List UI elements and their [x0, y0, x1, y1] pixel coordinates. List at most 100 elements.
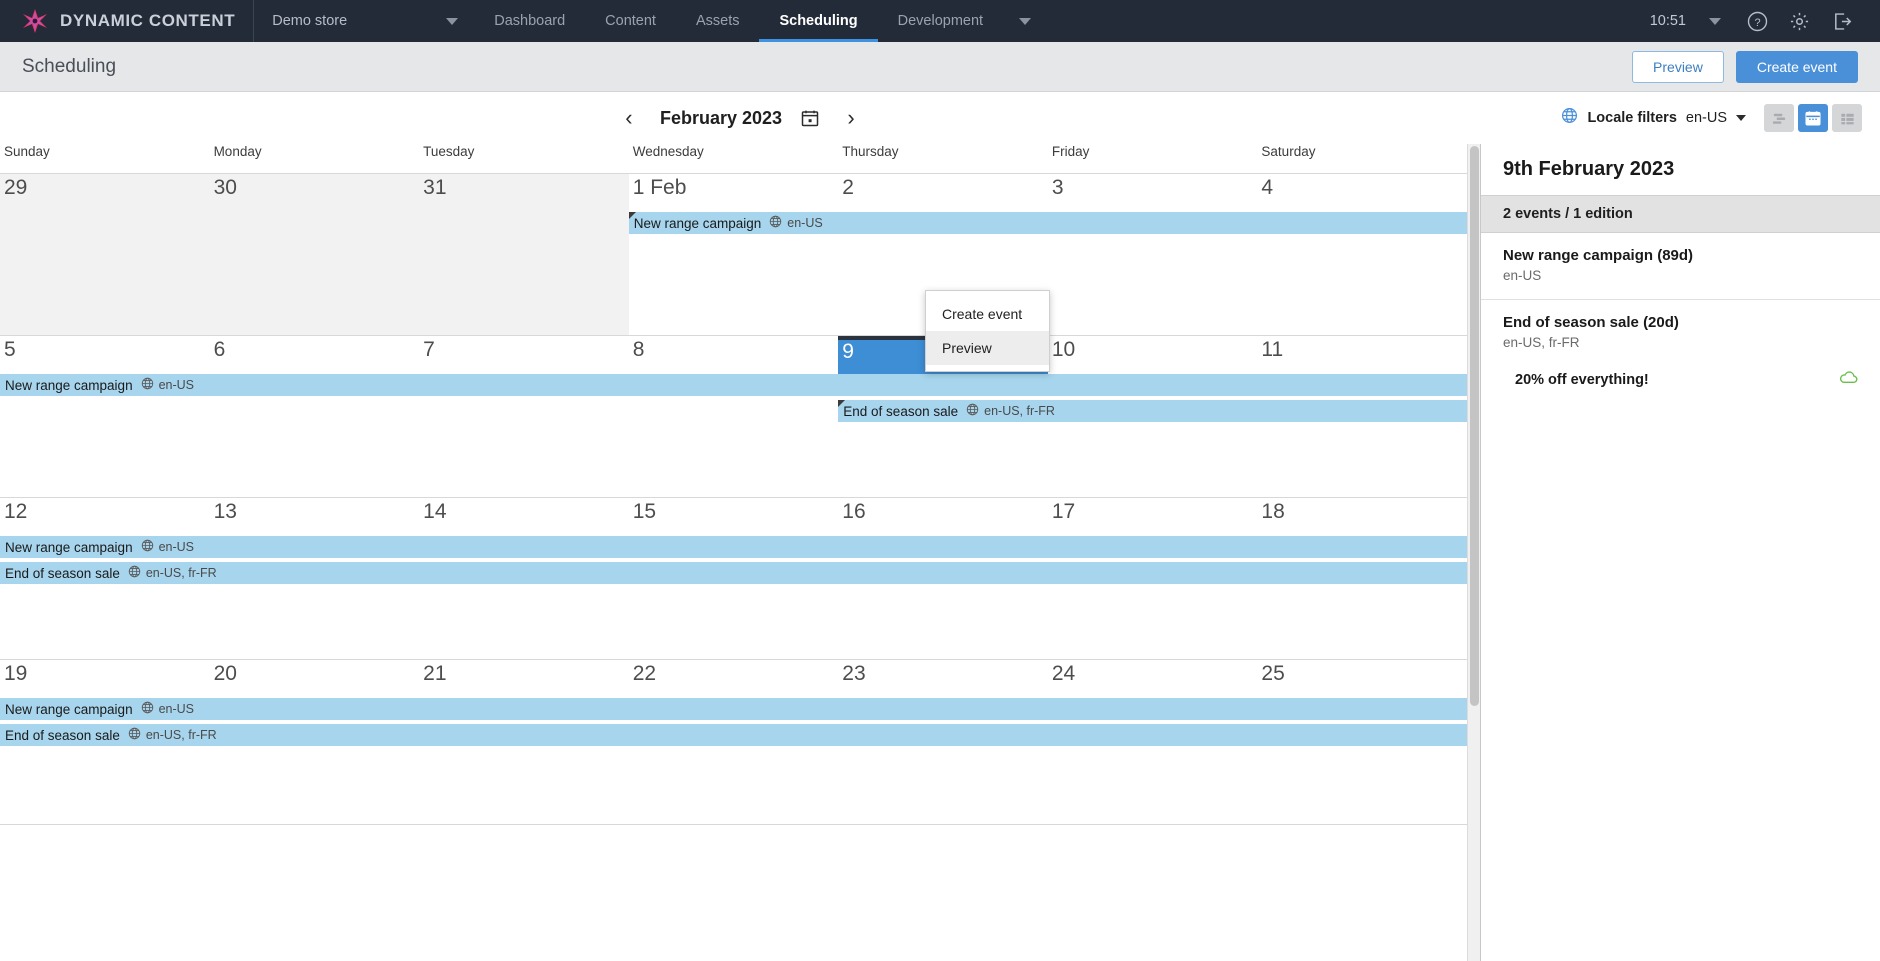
calendar-event-bar[interactable]: New range campaign en-US [0, 374, 1467, 396]
calendar-event-bar[interactable]: End of season sale en-US, fr-FR [838, 400, 1467, 422]
timezone-dropdown-button[interactable] [1694, 0, 1736, 42]
chevron-down-icon [446, 17, 459, 25]
calendar-event-bar-locales: en-US [769, 215, 823, 231]
context-menu-item-preview[interactable]: Preview [926, 331, 1049, 365]
sidebar-event-title: End of season sale (20d) [1503, 314, 1858, 331]
calendar-event-bar[interactable]: New range campaign en-US [0, 698, 1467, 720]
calendar-day-number[interactable]: 7 [419, 336, 629, 374]
calendar-day-number[interactable]: 10 [1048, 336, 1258, 374]
calendar-day-number[interactable]: 5 [0, 336, 210, 374]
nav-item-label: Dashboard [494, 13, 566, 29]
sidebar-date-title: 9th February 2023 [1503, 158, 1675, 180]
calendar-day-number[interactable]: 13 [210, 498, 420, 536]
calendar-event-bar-locales: en-US, fr-FR [128, 727, 217, 743]
calendar-event-bar[interactable]: End of season sale en-US, fr-FR [0, 724, 1467, 746]
calendar-event-bar-locales: en-US, fr-FR [128, 565, 217, 581]
sidebar-edition-item[interactable]: 20% off everything! [1481, 358, 1880, 402]
calendar-day-number[interactable]: 4 [1257, 174, 1467, 212]
calendar-day-number[interactable]: 3 [1048, 174, 1258, 212]
calendar-view-button[interactable] [1798, 104, 1828, 132]
nav-item-content[interactable]: Content [585, 0, 676, 42]
calendar-event-bar[interactable]: New range campaign en-US [628, 212, 1467, 234]
calendar-event-bar-locales: en-US [141, 701, 194, 717]
sidebar-edition-name: 20% off everything! [1515, 372, 1649, 388]
store-selector-label: Demo store [272, 13, 348, 29]
list-view-button[interactable] [1832, 104, 1862, 132]
store-selector[interactable]: Demo store [254, 0, 474, 42]
weekday-header: Wednesday [632, 144, 704, 159]
calendar-day-number[interactable]: 29 [0, 174, 210, 212]
calendar-day-number[interactable]: 18 [1257, 498, 1467, 536]
nav-overflow-button[interactable] [1003, 0, 1047, 42]
calendar-day-number[interactable]: 22 [629, 660, 839, 698]
globe-icon [128, 727, 141, 743]
calendar-event-bar[interactable]: End of season sale en-US, fr-FR [0, 562, 1467, 584]
calendar-day-number-row: 19 20 21 22 23 24 25 [0, 660, 1467, 698]
context-menu: Create event Preview [925, 290, 1050, 372]
nav-item-label: Development [897, 13, 984, 29]
chevron-down-icon [1736, 115, 1746, 121]
weekday-header: Tuesday [423, 144, 475, 159]
logout-icon[interactable] [1820, 0, 1862, 42]
nav-items: Dashboard Content Assets Scheduling Deve… [474, 0, 1047, 42]
sidebar-event-locales: en-US, fr-FR [1503, 335, 1580, 350]
calendar-day-number-row: 29 30 31 1 Feb 2 3 4 [0, 174, 1467, 212]
calendar-day-number[interactable]: 30 [210, 174, 420, 212]
nav-item-label: Content [605, 13, 656, 29]
calendar-event-bar[interactable]: New range campaign en-US [0, 536, 1467, 558]
calendar-day-number[interactable]: 8 [629, 336, 839, 374]
gear-icon[interactable] [1778, 0, 1820, 42]
calendar-day-number[interactable]: 11 [1257, 336, 1467, 374]
current-month-label: February 2023 [659, 107, 783, 128]
calendar-event-bar-title: New range campaign [5, 377, 133, 393]
calendar-scrollbar[interactable] [1467, 144, 1480, 961]
calendar-event-bar-locales: en-US [141, 539, 194, 555]
sidebar-count-label: 2 events / 1 edition [1481, 195, 1880, 233]
calendar-day-number[interactable]: 31 [419, 174, 629, 212]
calendar-day-number[interactable]: 25 [1257, 660, 1467, 698]
calendar-day-number[interactable]: 23 [838, 660, 1048, 698]
calendar-day-number[interactable]: 15 [629, 498, 839, 536]
nav-item-scheduling[interactable]: Scheduling [759, 0, 878, 42]
calendar-picker-icon[interactable] [800, 108, 820, 128]
calendar-grid: Sunday Monday Tuesday Wednesday Thursday… [0, 144, 1467, 961]
svg-text:?: ? [1754, 17, 1760, 29]
nav-item-dashboard[interactable]: Dashboard [474, 0, 585, 42]
next-month-button[interactable]: › [838, 105, 864, 131]
calendar-day-number[interactable]: 12 [0, 498, 210, 536]
calendar-day-number[interactable]: 24 [1048, 660, 1258, 698]
calendar-day-number[interactable]: 20 [210, 660, 420, 698]
weekday-header: Sunday [4, 144, 50, 159]
nav-item-development[interactable]: Development [878, 0, 1003, 42]
page-subheader: Scheduling Preview Create event [0, 42, 1880, 92]
calendar-day-number[interactable]: 14 [419, 498, 629, 536]
nav-item-assets[interactable]: Assets [676, 0, 760, 42]
preview-button[interactable]: Preview [1632, 50, 1724, 83]
weekday-header: Thursday [842, 144, 899, 159]
calendar-day-number[interactable]: 21 [419, 660, 629, 698]
calendar-week-row: 29 30 31 1 Feb 2 3 4 New range campaign en-US [0, 174, 1467, 336]
brand[interactable]: DYNAMIC CONTENT [0, 0, 255, 42]
previous-month-button[interactable]: ‹ [616, 105, 642, 131]
calendar-event-bar-locale-text: en-US [787, 216, 823, 230]
calendar-day-number[interactable]: 16 [838, 498, 1048, 536]
context-menu-item-create-event[interactable]: Create event [926, 297, 1049, 331]
calendar-event-bar-locale-text: en-US [158, 378, 195, 392]
calendar-scrollbar-thumb[interactable] [1470, 146, 1479, 706]
create-event-button[interactable]: Create event [1735, 50, 1858, 83]
calendar-event-bar-title: New range campaign [5, 539, 133, 555]
calendar-day-number[interactable]: 19 [0, 660, 210, 698]
help-icon[interactable]: ? [1736, 0, 1778, 42]
sidebar-event-item[interactable]: New range campaign (89d) en-US [1481, 233, 1880, 300]
timeline-view-button[interactable] [1764, 104, 1794, 132]
calendar-day-number[interactable]: 6 [210, 336, 420, 374]
calendar-day-number[interactable]: 17 [1048, 498, 1258, 536]
weekday-header: Monday [213, 144, 262, 159]
calendar-day-number[interactable]: 1 Feb [629, 174, 839, 212]
sidebar-event-item[interactable]: End of season sale (20d) en-US, fr-FR [1481, 300, 1880, 358]
chevron-down-icon [1709, 17, 1721, 25]
calendar-event-bar-title: New range campaign [5, 701, 133, 717]
sidebar-event-name: End of season sale [1503, 314, 1639, 331]
locale-filters-control[interactable]: Locale filters en-US [1561, 107, 1746, 129]
calendar-day-number[interactable]: 2 [838, 174, 1048, 212]
